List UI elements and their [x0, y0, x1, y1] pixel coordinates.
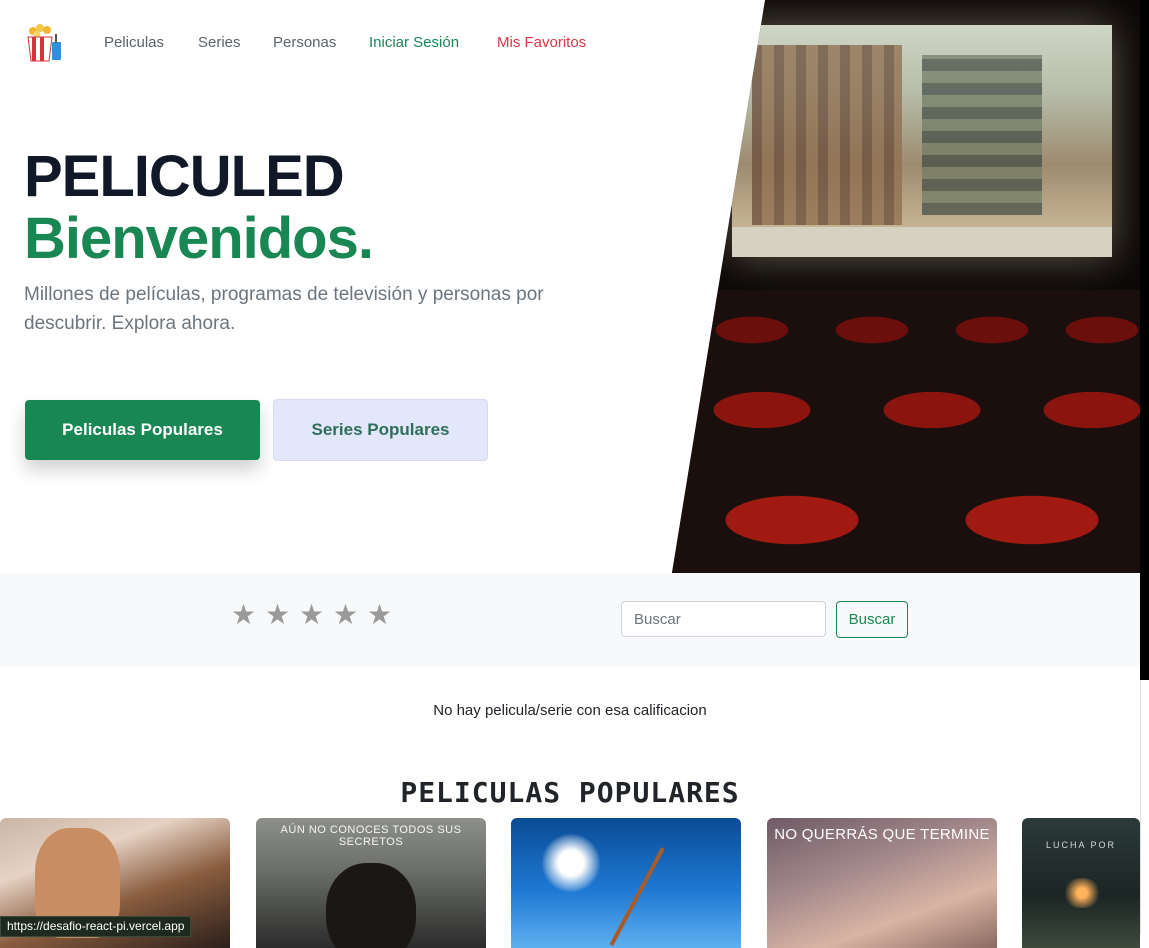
hero-description: Millones de películas, programas de tele… [24, 284, 544, 334]
hero-title: PELICULED [24, 144, 345, 209]
filter-bar [0, 573, 1140, 666]
popular-series-button[interactable]: Series Populares [273, 399, 488, 461]
hero-welcome: Bienvenidos. [24, 206, 374, 271]
screen-scene-right [922, 55, 1042, 215]
section-title: PELICULAS POPULARES [400, 776, 740, 809]
poster-art [541, 833, 601, 893]
search-input[interactable] [621, 601, 826, 637]
hero-section: Peliculas Series Personas Iniciar Sesión… [0, 0, 1149, 573]
poster-art [326, 863, 416, 948]
empty-results-message: No hay pelicula/serie con esa calificaci… [433, 702, 707, 719]
movie-poster[interactable]: AÚN NO CONOCES TODOS SUS SECRETOS [256, 818, 486, 948]
navbar: Peliculas Series Personas Iniciar Sesión… [0, 0, 700, 86]
movie-poster[interactable]: LUCHA POR [1022, 818, 1140, 948]
poster-art [1062, 878, 1102, 908]
cinema-hero-image [672, 0, 1140, 573]
star-icon[interactable]: ★ [367, 601, 392, 629]
nav-link-series[interactable]: Series [198, 34, 241, 51]
star-icon[interactable]: ★ [299, 601, 324, 629]
star-icon[interactable]: ★ [265, 601, 290, 629]
cinema-screen [732, 25, 1112, 257]
nav-link-login[interactable]: Iniciar Sesión [369, 34, 459, 51]
poster-art [609, 847, 665, 947]
nav-link-peliculas[interactable]: Peliculas [104, 34, 164, 51]
status-bar-url: https://desafio-react-pi.vercel.app [0, 916, 192, 937]
movie-poster[interactable]: NO QUERRÁS QUE TERMINE [767, 818, 997, 948]
rating-stars: ★ ★ ★ ★ ★ [231, 601, 392, 629]
poster-caption: NO QUERRÁS QUE TERMINE [774, 826, 990, 843]
popcorn-icon[interactable] [25, 24, 63, 62]
popular-movies-button[interactable]: Peliculas Populares [25, 400, 260, 460]
star-icon[interactable]: ★ [231, 601, 256, 629]
nav-link-personas[interactable]: Personas [273, 34, 336, 51]
movie-poster[interactable] [511, 818, 741, 948]
poster-caption: LUCHA POR [1045, 840, 1116, 850]
poster-caption: AÚN NO CONOCES TODOS SUS SECRETOS [280, 824, 462, 848]
screen-scene-street [732, 227, 1112, 257]
cinema-seats [672, 290, 1140, 573]
nav-link-favorites[interactable]: Mis Favoritos [497, 34, 586, 51]
star-icon[interactable]: ★ [333, 601, 358, 629]
scrollbar[interactable] [1140, 680, 1149, 935]
search-button[interactable]: Buscar [836, 601, 908, 638]
screen-scene-left [752, 45, 902, 225]
